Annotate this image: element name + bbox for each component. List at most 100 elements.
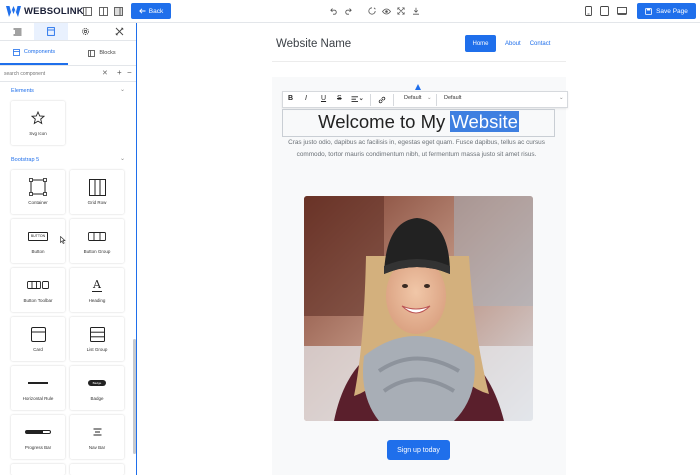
tools-icon xyxy=(114,27,124,36)
tab-layers[interactable] xyxy=(0,23,34,40)
component-svg-icon[interactable]: Svg Icon xyxy=(11,101,65,145)
hero-paragraph[interactable]: Cras justo odio, dapibus ac facilisis in… xyxy=(284,137,549,161)
link-icon[interactable] xyxy=(378,96,386,104)
component-label: Svg Icon xyxy=(29,131,47,136)
brand-name: WEBSOLINK xyxy=(24,6,84,17)
component-label: Button xyxy=(31,249,45,254)
font-family-select[interactable]: Default xyxy=(404,95,421,101)
arrow-left-icon xyxy=(138,8,146,14)
button-icon: BUTTON xyxy=(28,227,66,245)
subtab-components[interactable]: Components xyxy=(0,41,68,65)
tab-components[interactable] xyxy=(34,23,68,40)
split-view-icon[interactable] xyxy=(112,5,124,17)
horizontal-rule-icon xyxy=(28,374,48,392)
download-icon[interactable] xyxy=(410,5,422,17)
save-disk-icon xyxy=(645,7,652,15)
hero-image[interactable] xyxy=(304,196,533,421)
badge-icon-text: Badge xyxy=(88,380,106,386)
component-card[interactable]: Card xyxy=(11,317,65,361)
toolbar-divider xyxy=(436,94,437,106)
desktop-view-icon[interactable] xyxy=(616,5,628,17)
layers-icon xyxy=(13,28,21,35)
component-container[interactable]: Container xyxy=(11,170,65,214)
chevron-down-icon[interactable]: ⌄ xyxy=(559,95,564,101)
selected-text[interactable]: Website xyxy=(450,111,519,132)
signup-button[interactable]: Sign up today xyxy=(387,440,450,460)
blocks-icon xyxy=(88,49,96,57)
tab-tools[interactable] xyxy=(102,23,136,40)
panel-tabs xyxy=(0,23,136,41)
save-page-label: Save Page xyxy=(656,7,688,15)
site-nav: Home About Contact xyxy=(465,35,550,52)
code-view-icon[interactable] xyxy=(97,5,109,17)
button-toolbar-icon xyxy=(27,276,49,294)
fullscreen-icon[interactable] xyxy=(395,5,407,17)
mobile-view-icon[interactable] xyxy=(582,5,594,17)
nav-link-home[interactable]: Home xyxy=(465,35,496,52)
component-button-toolbar[interactable]: Button Toolbar xyxy=(11,268,65,312)
list-group-icon xyxy=(89,325,105,343)
hero-heading[interactable]: Welcome to My Website xyxy=(282,111,555,133)
align-icon[interactable] xyxy=(351,96,363,103)
expand-all-icon[interactable]: + xyxy=(117,68,122,77)
tablet-view-icon[interactable] xyxy=(598,5,610,17)
italic-icon[interactable]: I xyxy=(305,95,307,102)
button-group-icon xyxy=(88,227,106,245)
heading-icon: A xyxy=(92,276,102,294)
component-nav-bar[interactable]: Nav Bar xyxy=(70,415,124,459)
section-title-bootstrap[interactable]: Bootstrap 5 xyxy=(11,157,39,163)
component-grid-row[interactable]: Grid Row xyxy=(70,170,124,214)
badge-icon: Badge xyxy=(88,374,106,392)
chevron-down-icon[interactable]: ⌄ xyxy=(120,155,125,162)
component-search-input[interactable] xyxy=(4,69,100,79)
component-badge[interactable]: Badge Badge xyxy=(70,366,124,410)
heading-icon-letter: A xyxy=(93,277,101,291)
progress-bar-icon xyxy=(25,423,51,441)
font-size-select[interactable]: Default xyxy=(444,95,461,101)
rich-text-toolbar: B I U S Default ⌄ Default ⌄ xyxy=(282,91,568,108)
strikethrough-icon[interactable]: S xyxy=(337,95,342,102)
back-button[interactable]: Back xyxy=(131,3,171,19)
page-builder-app: WEBSOLINK Back Save Page Components Bloc… xyxy=(0,0,700,475)
component-button[interactable]: BUTTON Button xyxy=(11,219,66,263)
site-brand-name[interactable]: Website Name xyxy=(276,38,351,50)
component-label: Grid Row xyxy=(87,200,107,205)
components-panel: Components Blocks ✕ + − Elements ⌄ Svg I… xyxy=(0,23,137,475)
component-label: Button Toolbar xyxy=(23,298,53,303)
top-toolbar: WEBSOLINK Back Save Page xyxy=(0,0,700,23)
component-horizontal-rule[interactable]: Horizontal Rule xyxy=(11,366,65,410)
tab-settings[interactable] xyxy=(68,23,102,40)
nav-link-about[interactable]: About xyxy=(505,41,521,47)
panel-scrollbar[interactable] xyxy=(133,339,136,454)
component-label: Heading xyxy=(88,298,106,303)
websolink-logo-icon xyxy=(6,6,21,17)
save-page-button[interactable]: Save Page xyxy=(637,3,696,19)
section-title-elements[interactable]: Elements xyxy=(11,88,34,94)
component-label: Badge xyxy=(90,396,104,401)
nav-link-contact[interactable]: Contact xyxy=(530,41,551,47)
component-label: Container xyxy=(28,200,48,205)
underline-icon[interactable]: U xyxy=(321,95,326,102)
redo-icon[interactable] xyxy=(342,5,354,17)
collapse-all-icon[interactable]: − xyxy=(127,68,132,77)
clear-search-icon[interactable]: ✕ xyxy=(102,69,108,77)
bold-icon[interactable]: B xyxy=(288,95,293,102)
header-divider xyxy=(272,61,566,62)
chevron-down-icon[interactable]: ⌄ xyxy=(120,86,125,93)
component-list-group[interactable]: List Group xyxy=(70,317,124,361)
subtab-blocks[interactable]: Blocks xyxy=(68,41,136,65)
component-button-group[interactable]: Button Group xyxy=(70,219,124,263)
preview-eye-icon[interactable] xyxy=(380,5,392,17)
portrait-photo xyxy=(304,196,533,421)
undo-icon[interactable] xyxy=(328,5,340,17)
design-mode-icon[interactable] xyxy=(366,5,378,17)
component-progress-bar[interactable]: Progress Bar xyxy=(11,415,65,459)
subtab-blocks-label: Blocks xyxy=(99,50,116,56)
grid-row-icon xyxy=(88,178,106,196)
component-partial[interactable] xyxy=(70,464,124,475)
component-partial[interactable] xyxy=(11,464,65,475)
layout-toggle-icon[interactable] xyxy=(81,5,93,17)
chevron-down-icon[interactable]: ⌄ xyxy=(427,95,432,101)
component-label: Nav Bar xyxy=(88,445,106,450)
component-heading[interactable]: A Heading xyxy=(70,268,124,312)
